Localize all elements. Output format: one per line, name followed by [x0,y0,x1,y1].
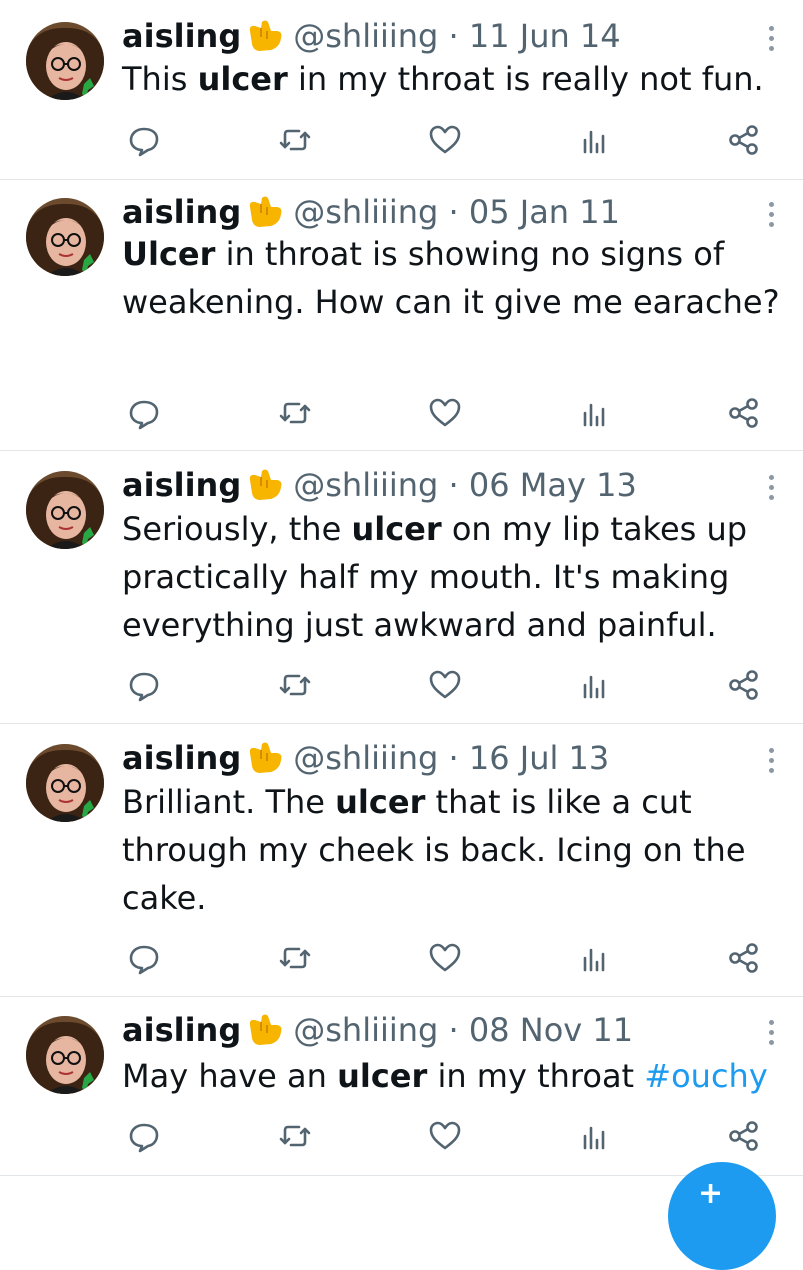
highlighted-keyword: ulcer [337,1057,428,1095]
retweet-icon[interactable] [277,395,313,431]
tweet-text: Ulcer in throat is showing no signs of w… [122,230,782,326]
tweet-date[interactable]: 08 Nov 11 [469,1011,633,1049]
avatar[interactable] [26,471,104,549]
display-name[interactable]: aisling [122,193,241,231]
share-icon[interactable] [726,1118,762,1154]
retweet-icon[interactable] [277,1118,313,1154]
share-icon[interactable] [726,395,762,431]
retweet-icon[interactable] [277,122,313,158]
views-icon[interactable] [577,122,613,158]
user-handle[interactable]: @shliiing [293,1011,438,1049]
highlighted-keyword: ulcer [335,783,426,821]
text-segment: in throat is showing no signs of weakeni… [122,235,780,321]
more-vertical-icon[interactable] [767,26,775,56]
call-me-hand-emoji-icon [247,19,285,53]
call-me-hand-emoji-icon [247,195,285,229]
avatar[interactable] [26,198,104,276]
tweet-2[interactable]: aisling @shliiing · 05 Jan 11 Ulcer in thr… [0,180,803,451]
text-segment: Seriously, the [122,510,352,548]
user-handle[interactable]: @shliiing [293,466,438,504]
hashtag-link[interactable]: #ouchy [644,1057,767,1095]
compose-button[interactable]: + [668,1162,776,1270]
more-vertical-icon[interactable] [767,202,775,232]
text-segment: Brilliant. The [122,783,336,821]
reply-icon[interactable] [126,395,162,431]
more-vertical-icon[interactable] [767,475,775,505]
like-icon[interactable] [427,667,463,703]
tweet-actions [0,122,803,158]
tweet-4[interactable]: aisling @shliiing · 16 Jul 13 Brilliant. T… [0,724,803,997]
call-me-hand-emoji-icon [247,468,285,502]
tweet-actions [0,667,803,703]
text-segment: in my throat is really not fun. [287,60,764,98]
share-icon[interactable] [726,667,762,703]
meta-separator: · [438,1011,469,1049]
tweet-header: aisling @shliiing · 06 May 13 [122,465,637,505]
highlighted-keyword: Ulcer [122,235,216,273]
tweet-header: aisling @shliiing · 11 Jun 14 [122,16,621,56]
tweet-date[interactable]: 11 Jun 14 [469,17,621,55]
like-icon[interactable] [427,122,463,158]
display-name[interactable]: aisling [122,739,241,777]
compose-icon: + [698,1176,724,1211]
text-segment: This [122,60,198,98]
user-handle[interactable]: @shliiing [293,17,438,55]
reply-icon[interactable] [126,1118,162,1154]
tweet-text: Seriously, the ulcer on my lip takes up … [122,505,782,649]
more-vertical-icon[interactable] [767,1020,775,1050]
tweet-date[interactable]: 05 Jan 11 [469,193,620,231]
like-icon[interactable] [427,1118,463,1154]
display-name[interactable]: aisling [122,466,241,504]
tweet-header: aisling @shliiing · 08 Nov 11 [122,1010,633,1050]
call-me-hand-emoji-icon [247,741,285,775]
meta-separator: · [438,466,469,504]
tweet-header: aisling @shliiing · 16 Jul 13 [122,738,609,778]
meta-separator: · [438,17,469,55]
tweet-actions [0,1118,803,1154]
highlighted-keyword: ulcer [351,510,442,548]
more-vertical-icon[interactable] [767,748,775,778]
views-icon[interactable] [577,395,613,431]
text-segment: May have an [122,1057,338,1095]
text-segment: in my throat [427,1057,645,1095]
tweet-actions [0,395,803,431]
reply-icon[interactable] [126,122,162,158]
reply-icon[interactable] [126,940,162,976]
tweet-1[interactable]: aisling @shliiing · 11 Jun 14 This ulcer i… [0,0,803,180]
highlighted-keyword: ulcer [197,60,288,98]
meta-separator: · [438,739,469,777]
retweet-icon[interactable] [277,940,313,976]
call-me-hand-emoji-icon [247,1013,285,1047]
tweet-date[interactable]: 06 May 13 [469,466,637,504]
avatar[interactable] [26,744,104,822]
tweet-text: Brilliant. The ulcer that is like a cut … [122,778,782,922]
share-icon[interactable] [726,940,762,976]
meta-separator: · [438,193,469,231]
tweet-3[interactable]: aisling @shliiing · 06 May 13 Seriously, t… [0,451,803,724]
like-icon[interactable] [427,395,463,431]
avatar[interactable] [26,22,104,100]
like-icon[interactable] [427,940,463,976]
tweet-text: May have an ulcer in my throat #ouchy [122,1052,782,1100]
views-icon[interactable] [577,940,613,976]
display-name[interactable]: aisling [122,1011,241,1049]
retweet-icon[interactable] [277,667,313,703]
views-icon[interactable] [577,667,613,703]
views-icon[interactable] [577,1118,613,1154]
tweet-5[interactable]: aisling @shliiing · 08 Nov 11 May have an … [0,997,803,1176]
avatar[interactable] [26,1016,104,1094]
display-name[interactable]: aisling [122,17,241,55]
reply-icon[interactable] [126,667,162,703]
tweet-text: This ulcer in my throat is really not fu… [122,55,782,103]
user-handle[interactable]: @shliiing [293,193,438,231]
share-icon[interactable] [726,122,762,158]
user-handle[interactable]: @shliiing [293,739,438,777]
tweet-actions [0,940,803,976]
tweet-header: aisling @shliiing · 05 Jan 11 [122,192,620,232]
tweet-date[interactable]: 16 Jul 13 [469,739,609,777]
